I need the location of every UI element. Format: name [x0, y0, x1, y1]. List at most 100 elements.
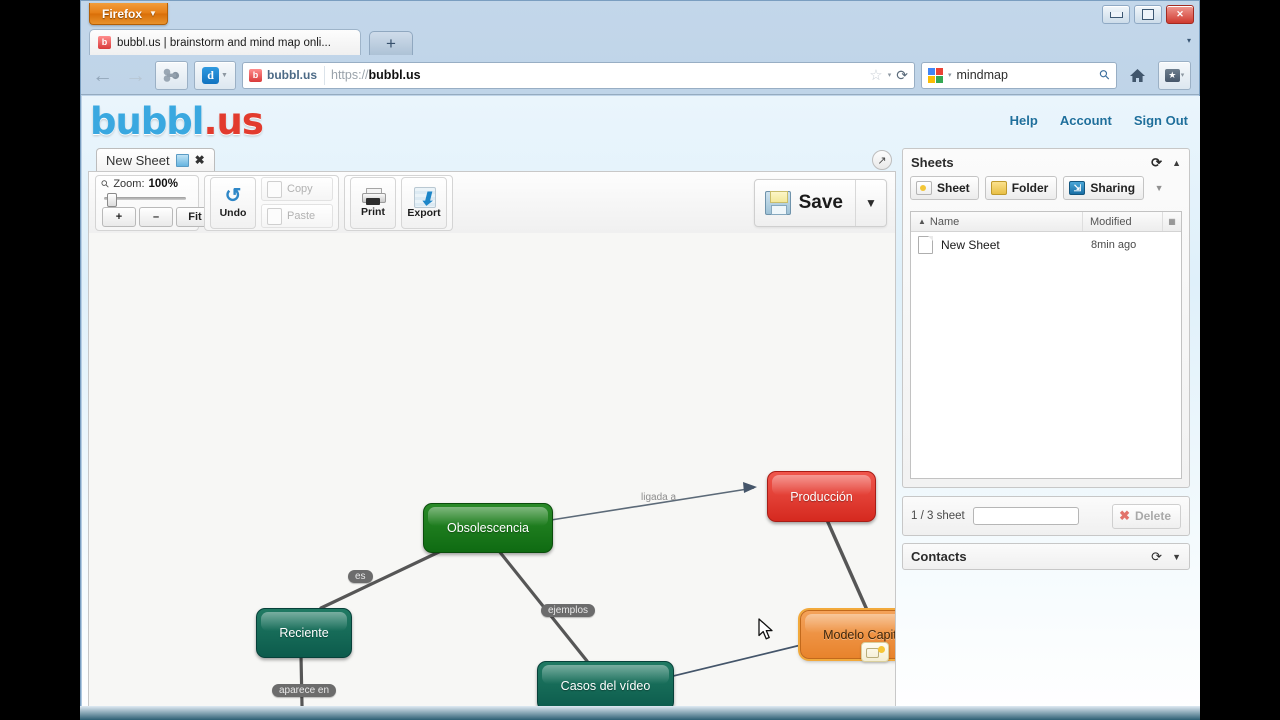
right-sidebar: Sheets ⟳ ▲ Sheet Folder ⇲ Sharing ▼ ▲ Na… — [902, 148, 1194, 714]
nav-link-sign-out[interactable]: Sign Out — [1134, 113, 1188, 128]
chevron-down-icon[interactable]: ▾ — [948, 71, 952, 79]
logo-text-red: .us — [203, 100, 263, 143]
search-icon[interactable]: ⚲ — [1096, 66, 1114, 84]
sheet-tab-new-sheet[interactable]: New Sheet ✖ — [96, 148, 215, 171]
document-icon — [918, 236, 933, 254]
sheets-panel-buttons: Sheet Folder ⇲ Sharing ▼ — [903, 176, 1189, 206]
bubblus-logo[interactable]: bubbl.us — [90, 100, 264, 143]
column-options-icon[interactable]: ▦ — [1163, 217, 1181, 226]
save-dropdown-button[interactable]: ▼ — [855, 179, 886, 226]
table-row[interactable]: New Sheet 8min ago — [911, 232, 1181, 258]
paste-button[interactable]: Paste — [261, 204, 333, 228]
output-group: Print ⬇ Export — [344, 174, 453, 231]
save-button[interactable]: Save — [755, 180, 855, 226]
sheet-count-label: 1 / 3 sheet — [911, 510, 965, 522]
url-bar[interactable]: b bubbl.us https:// bubbl.us ☆ ▾ ⟳ — [242, 61, 915, 89]
save-label: Save — [798, 191, 843, 213]
print-button[interactable]: Print — [350, 176, 396, 229]
tab-strip: b bubbl.us | brainstorm and mind map onl… — [81, 27, 1199, 55]
close-button[interactable]: ✕ — [1166, 5, 1194, 24]
reload-icon[interactable]: ⟳ — [896, 67, 908, 84]
new-sheet-button[interactable]: Sheet — [910, 176, 979, 200]
edge-label-ligada-a[interactable]: ligada a — [634, 491, 683, 504]
refresh-icon[interactable]: ⟳ — [1151, 155, 1162, 171]
site-identity-box[interactable]: b bubbl.us — [249, 65, 325, 85]
node-add-sibling-handle[interactable] — [861, 642, 889, 662]
expand-icon[interactable]: ▼ — [1172, 552, 1181, 562]
editor-toolbar: ⚲ Zoom: 100% + – Fit ↺ Undo Copy Paste P… — [88, 171, 896, 234]
navigation-toolbar: ← → d ▼ b bubbl.us https:// bubbl.us ☆ ▾ … — [81, 55, 1199, 95]
maximize-button[interactable] — [1134, 5, 1162, 24]
site-nav-links: Help Account Sign Out — [1010, 113, 1188, 128]
chevron-down-icon[interactable]: ▾ — [888, 71, 892, 79]
minimize-button[interactable] — [1102, 5, 1130, 24]
zoom-out-button[interactable]: – — [139, 207, 173, 227]
bookmark-star-icon[interactable]: ☆ — [869, 68, 882, 83]
diigo-icon: d — [202, 66, 220, 84]
collapse-icon[interactable]: ▲ — [1172, 158, 1181, 168]
delete-label: Delete — [1134, 509, 1171, 523]
nav-link-help[interactable]: Help — [1010, 113, 1038, 128]
sheet-icon — [916, 181, 932, 195]
forward-button[interactable]: → — [122, 62, 149, 89]
column-header-name-label: Name — [929, 215, 960, 228]
zoom-slider-knob[interactable] — [107, 193, 118, 207]
column-header-modified[interactable]: Modified — [1083, 212, 1163, 231]
screen: Firefox ▼ ✕ b bubbl.us | brainstorm and … — [0, 0, 1280, 720]
web-page-content: bubbl.us Help Account Sign Out New Sheet… — [82, 96, 1200, 716]
search-bar[interactable]: ▾ mindmap ⚲ — [921, 61, 1117, 89]
favicon-icon: b — [98, 36, 111, 49]
sheet-tab-label: New Sheet — [106, 152, 170, 168]
home-icon — [1130, 68, 1145, 82]
magnifier-icon: ⚲ — [99, 177, 113, 191]
home-button[interactable] — [1123, 62, 1152, 89]
bookmarks-icon: ★ — [1164, 68, 1180, 82]
nav-link-account[interactable]: Account — [1060, 113, 1112, 128]
undo-icon: ↺ — [224, 185, 242, 207]
edge-label-aparece-en[interactable]: aparece en — [272, 684, 337, 697]
mindmap-node-produccion[interactable]: Producción — [767, 471, 876, 522]
edge-label-es[interactable]: es — [348, 570, 373, 583]
mindmap-canvas[interactable]: Obsolescencia Producción Reciente Casos … — [88, 233, 896, 714]
bookmarks-button[interactable]: ★ ▾ — [1158, 60, 1191, 90]
sheets-panel-actions: ⟳ ▲ — [1151, 155, 1181, 171]
tab-list-chevron-icon[interactable]: ▾ — [1187, 36, 1191, 45]
search-input[interactable]: mindmap — [957, 68, 1008, 82]
contacts-panel-actions: ⟳ ▼ — [1151, 549, 1181, 565]
sheet-name-label: New Sheet — [941, 238, 1000, 252]
delete-button[interactable]: ✖ Delete — [1112, 503, 1181, 529]
sharing-dropdown-icon[interactable]: ▼ — [1150, 177, 1168, 199]
refresh-icon[interactable]: ⟳ — [1151, 549, 1162, 565]
export-button[interactable]: ⬇ Export — [401, 176, 447, 229]
undo-button[interactable]: ↺ Undo — [210, 176, 256, 229]
sharing-button[interactable]: ⇲ Sharing — [1063, 176, 1145, 200]
tab-bubblus[interactable]: b bubbl.us | brainstorm and mind map onl… — [89, 29, 361, 55]
mindmap-node-casos-del-video[interactable]: Casos del vídeo — [537, 661, 674, 711]
zoom-in-button[interactable]: + — [102, 207, 136, 227]
new-folder-button[interactable]: Folder — [984, 176, 1058, 200]
zoom-readout: ⚲ Zoom: 100% — [99, 177, 178, 191]
tab-title: bubbl.us | brainstorm and mind map onli.… — [117, 36, 331, 49]
firefox-menu-button[interactable]: Firefox ▼ — [89, 3, 168, 25]
column-header-modified-label: Modified — [1090, 215, 1132, 228]
back-button[interactable]: ← — [89, 62, 116, 89]
undo-label: Undo — [219, 207, 247, 219]
diigo-button[interactable]: d ▼ — [194, 60, 236, 90]
edge-label-ejemplos[interactable]: ejemplos — [541, 604, 596, 617]
url-scheme: https:// — [331, 68, 369, 82]
sheet-rename-icon[interactable] — [175, 153, 189, 167]
mindmap-node-reciente[interactable]: Reciente — [256, 608, 352, 658]
sheet-close-icon[interactable]: ✖ — [195, 153, 205, 167]
node-label: Casos del vídeo — [560, 679, 651, 693]
site-identity-label: bubbl.us — [267, 68, 317, 82]
copy-button[interactable]: Copy — [261, 177, 333, 201]
save-area: Save ▼ — [753, 178, 887, 227]
zoom-slider[interactable] — [104, 193, 186, 207]
mindmap-node-obsolescencia[interactable]: Obsolescencia — [423, 503, 553, 553]
expand-editor-button[interactable]: ↗ — [872, 150, 892, 170]
column-header-name[interactable]: ▲ Name — [911, 212, 1083, 231]
minimize-icon — [1109, 11, 1123, 18]
sheets-list[interactable]: ▲ Name Modified ▦ New Sheet 8min ago — [910, 211, 1182, 479]
new-tab-button[interactable]: + — [369, 31, 413, 55]
extension-button[interactable] — [155, 60, 188, 90]
